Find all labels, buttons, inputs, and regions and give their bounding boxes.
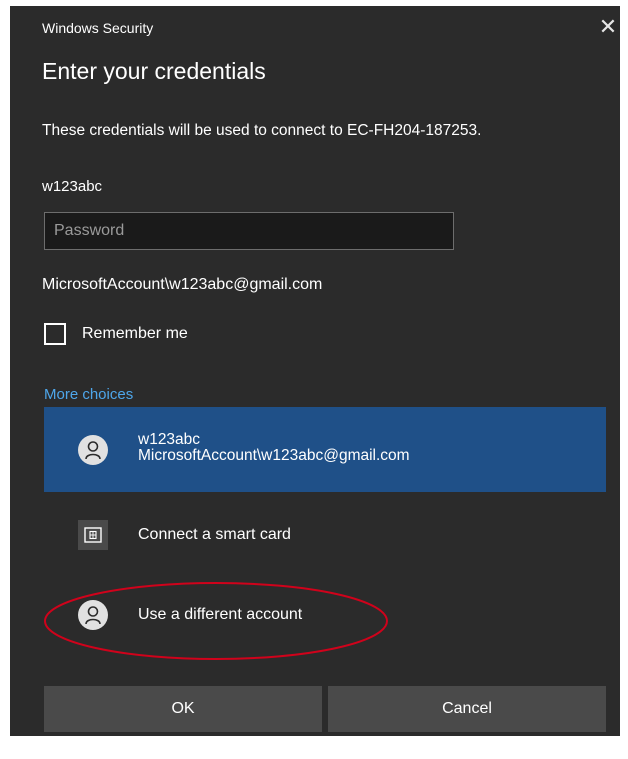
credentials-dialog: Windows Security ✕ Enter your credential… <box>10 6 620 736</box>
account-domain-label: MicrosoftAccount\w123abc@gmail.com <box>42 276 323 293</box>
dialog-heading: Enter your credentials <box>42 58 266 84</box>
smart-card-icon <box>78 520 108 550</box>
ok-button[interactable]: OK <box>44 686 322 732</box>
window-title: Windows Security <box>42 20 154 36</box>
remember-me-checkbox[interactable]: Remember me <box>44 321 188 347</box>
checkbox-box[interactable] <box>44 323 66 345</box>
more-choices-link[interactable]: More choices <box>44 386 133 403</box>
cancel-button[interactable]: Cancel <box>328 686 606 732</box>
account-option-name: w123abc <box>138 430 201 448</box>
account-option-w123abc[interactable]: w123abc MicrosoftAccount\w123abc@gmail.c… <box>44 407 606 492</box>
dialog-description: These credentials will be used to connec… <box>42 122 482 139</box>
smart-card-label: Connect a smart card <box>138 526 291 543</box>
smart-card-option[interactable]: Connect a smart card <box>44 504 606 566</box>
different-account-option[interactable]: Use a different account <box>44 584 606 646</box>
close-button[interactable]: ✕ <box>596 16 620 40</box>
account-option-domain: MicrosoftAccount\w123abc@gmail.com <box>138 446 410 464</box>
person-icon <box>78 434 108 465</box>
remember-me-label: Remember me <box>82 325 188 342</box>
person-icon <box>78 600 108 630</box>
different-account-label: Use a different account <box>138 606 303 623</box>
username-label: w123abc <box>42 178 103 195</box>
account-option-text: w123abc MicrosoftAccount\w123abc@gmail.c… <box>138 430 410 464</box>
password-field[interactable] <box>44 212 454 250</box>
